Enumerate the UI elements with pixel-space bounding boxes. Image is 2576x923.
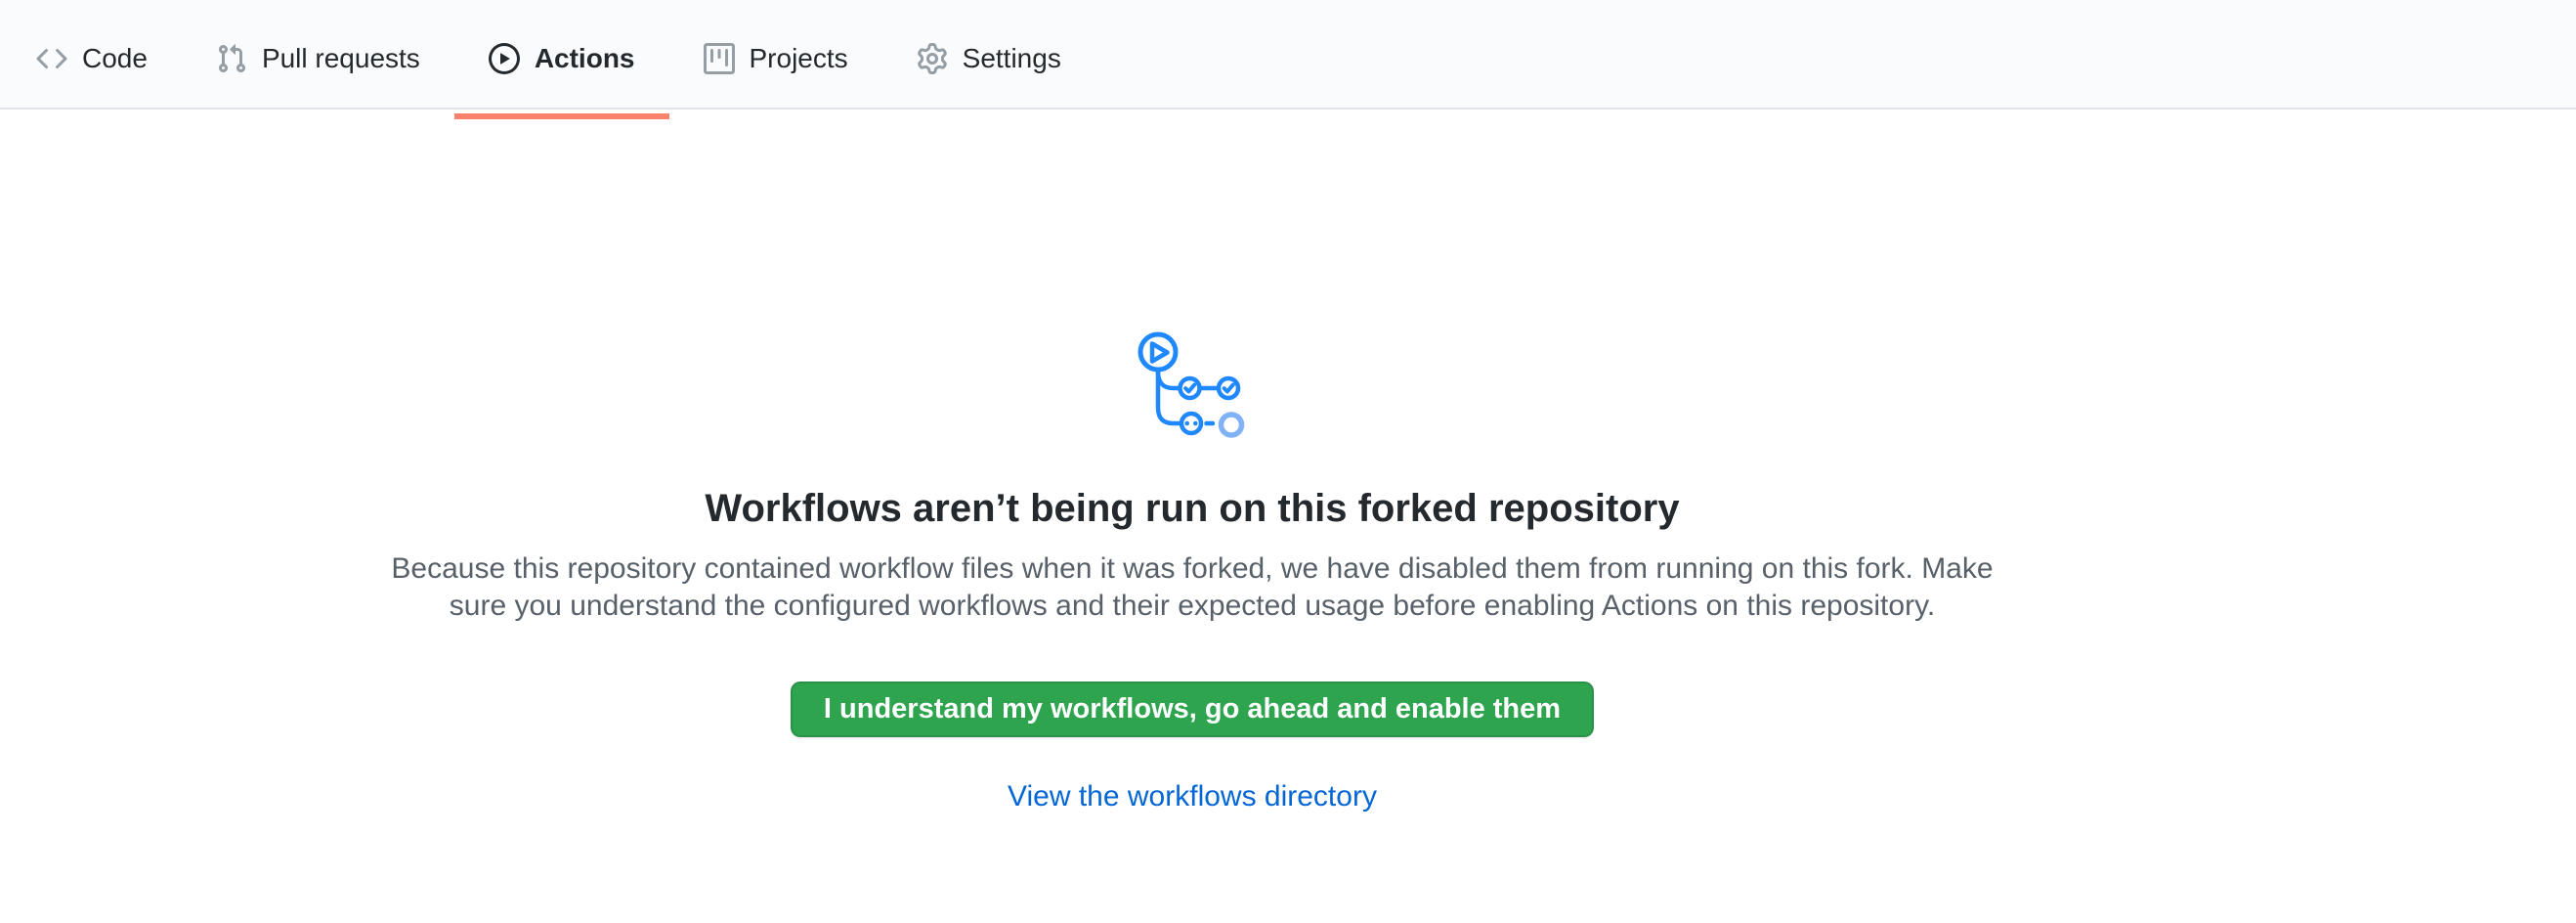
view-workflows-directory-link[interactable]: View the workflows directory <box>1008 780 1377 813</box>
tab-settings[interactable]: Settings <box>882 10 1095 108</box>
description-line-2: sure you understand the configured workf… <box>450 590 1935 622</box>
tab-label: Projects <box>750 45 848 72</box>
repo-tab-nav: Code Pull requests Actions Projects Sett… <box>0 0 2576 110</box>
project-icon <box>704 43 735 74</box>
tab-projects[interactable]: Projects <box>669 10 882 108</box>
blankslate-description: Because this repository contained workfl… <box>0 550 2384 625</box>
description-line-1: Because this repository contained workfl… <box>391 552 1993 585</box>
tab-label: Pull requests <box>262 45 420 72</box>
tab-actions[interactable]: Actions <box>454 10 669 108</box>
pull-request-icon <box>216 43 247 74</box>
tab-code[interactable]: Code <box>2 10 182 108</box>
workflow-graph-icon <box>1138 330 1248 441</box>
tab-pull-requests[interactable]: Pull requests <box>182 10 454 108</box>
tab-label: Code <box>82 45 148 72</box>
gear-icon <box>917 43 948 74</box>
link-row: View the workflows directory <box>0 780 2384 813</box>
blankslate-heading: Workflows aren’t being run on this forke… <box>0 484 2384 533</box>
tab-label: Settings <box>963 45 1061 72</box>
tab-label: Actions <box>535 45 635 72</box>
enable-workflows-button[interactable]: I understand my workflows, go ahead and … <box>791 681 1594 737</box>
code-icon <box>36 43 67 74</box>
play-icon <box>489 43 520 74</box>
actions-disabled-blankslate: Workflows aren’t being run on this forke… <box>0 330 2384 813</box>
